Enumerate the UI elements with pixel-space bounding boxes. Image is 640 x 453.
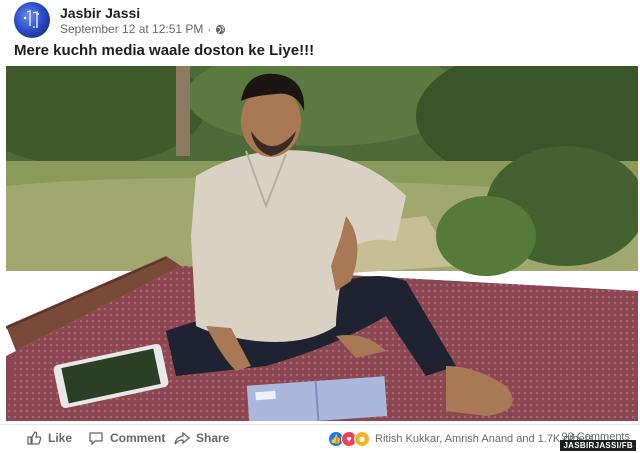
facebook-post: Jasbir Jassi September 12 at 12:51 PM · … bbox=[0, 0, 640, 452]
post-actions-bar: Like Comment Share 👍 ♥ ☻ Ritish Kukkar, … bbox=[0, 424, 640, 453]
post-photo[interactable] bbox=[6, 66, 638, 421]
meta-separator: · bbox=[207, 22, 212, 36]
post-header: Jasbir Jassi September 12 at 12:51 PM · bbox=[14, 0, 614, 40]
author-avatar[interactable] bbox=[14, 2, 50, 38]
post-timestamp[interactable]: September 12 at 12:51 PM bbox=[60, 22, 203, 36]
like-button[interactable]: Like bbox=[26, 430, 72, 446]
thumbs-up-icon bbox=[27, 431, 42, 445]
comment-button[interactable]: Comment bbox=[88, 430, 165, 446]
share-button[interactable]: Share bbox=[174, 430, 229, 446]
share-arrow-icon bbox=[174, 431, 190, 445]
post-caption: Mere kuchh media waale doston ke Liye!!! bbox=[14, 42, 315, 59]
post-meta: September 12 at 12:51 PM · bbox=[60, 22, 226, 36]
globe-icon bbox=[216, 24, 226, 34]
watermark: JASBIRJASSI/FB bbox=[560, 440, 636, 451]
comment-label: Comment bbox=[110, 431, 166, 445]
share-label: Share bbox=[196, 431, 230, 445]
reaction-summary[interactable]: 👍 ♥ ☻ Ritish Kukkar, Amrish Anand and 1.… bbox=[328, 431, 594, 447]
haha-reaction-icon: ☻ bbox=[354, 431, 370, 447]
like-label: Like bbox=[48, 431, 73, 445]
author-name[interactable]: Jasbir Jassi bbox=[60, 5, 140, 21]
comment-bubble-icon bbox=[89, 432, 103, 446]
